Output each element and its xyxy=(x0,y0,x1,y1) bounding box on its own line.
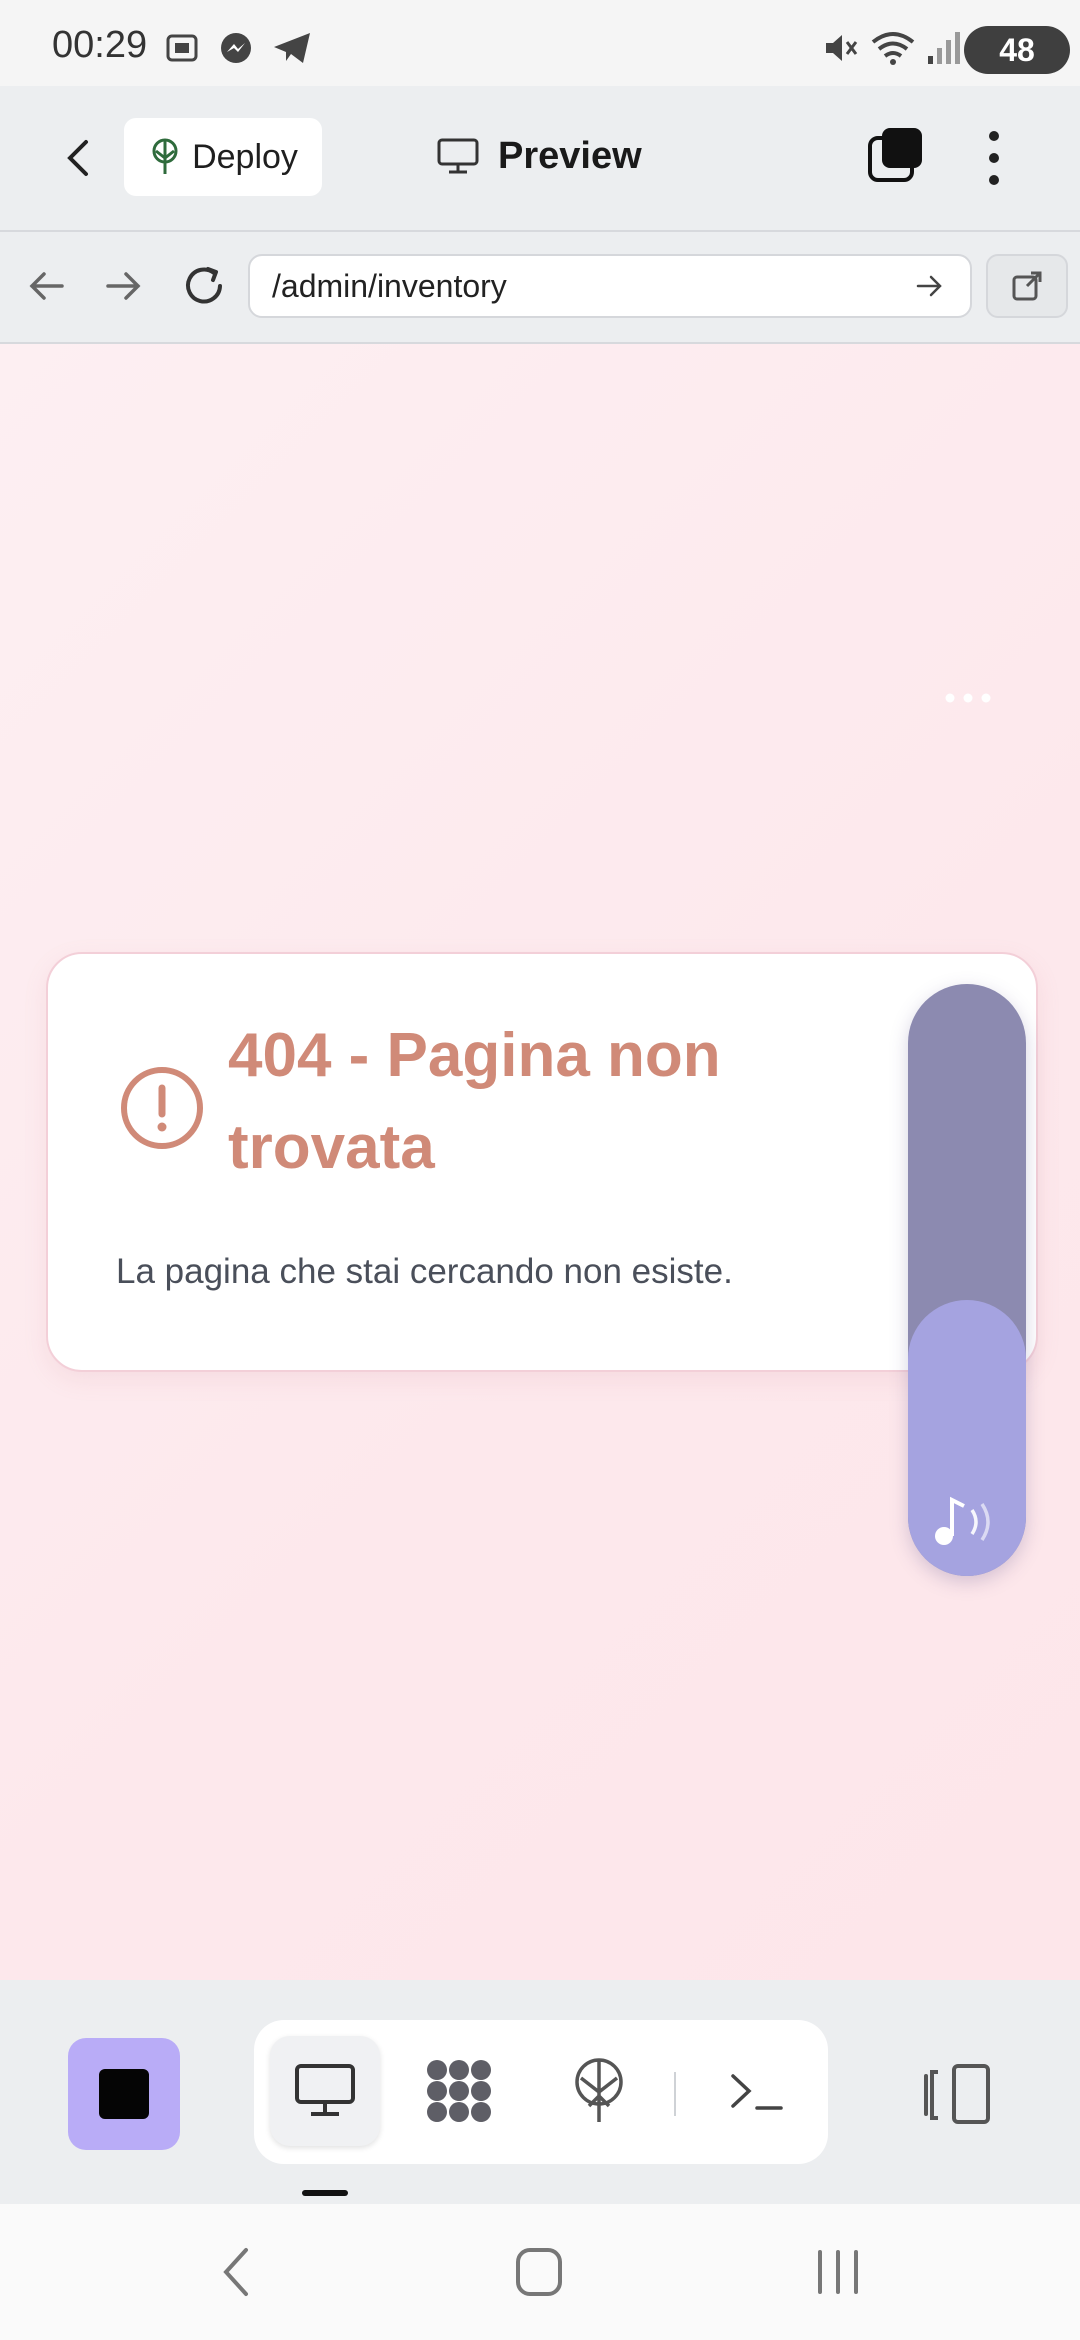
music-note-icon xyxy=(935,1496,990,1545)
open-external-button[interactable] xyxy=(986,254,1068,318)
nav-recents-icon xyxy=(818,2250,858,2294)
alert-circle-icon xyxy=(121,1067,203,1149)
terminal-tab[interactable] xyxy=(702,2036,812,2146)
status-bar: 00:29 48 xyxy=(0,0,1080,86)
back-arrow-icon xyxy=(67,140,88,176)
go-arrow-icon[interactable] xyxy=(912,268,948,304)
status-time: 00:29 xyxy=(52,24,148,66)
nav-back-button[interactable] xyxy=(216,2244,256,2305)
wifi-icon xyxy=(871,32,915,65)
more-menu-button[interactable] xyxy=(974,128,1014,193)
toolbar-divider xyxy=(674,2072,676,2116)
messenger-icon xyxy=(221,33,251,63)
more-horizontal-icon xyxy=(945,693,991,703)
preview-content: 404 - Pagina non trovata La pagina che s… xyxy=(0,344,1080,1980)
nodes-icon xyxy=(427,2060,491,2122)
split-view-button[interactable] xyxy=(922,2062,992,2131)
url-text: /admin/inventory xyxy=(272,267,507,304)
terminal-icon xyxy=(731,2074,783,2110)
more-vertical-icon xyxy=(989,131,999,185)
split-view-icon xyxy=(924,2064,990,2124)
preview-title: Preview xyxy=(436,126,642,186)
browser-forward-button[interactable] xyxy=(100,262,148,315)
arrow-left-icon xyxy=(29,272,64,300)
monitor-icon xyxy=(295,2064,355,2116)
mute-icon xyxy=(826,35,858,61)
deploy-tree-icon xyxy=(152,138,178,174)
tabs-icon xyxy=(868,128,922,182)
stop-button[interactable] xyxy=(68,2038,180,2150)
app-bar: Deploy Preview xyxy=(0,86,1080,232)
reload-icon xyxy=(186,267,222,304)
stop-icon xyxy=(99,2069,149,2119)
reload-button[interactable] xyxy=(178,260,230,317)
music-button[interactable] xyxy=(930,1492,1000,1557)
back-button[interactable] xyxy=(52,130,108,191)
telegram-icon xyxy=(274,33,310,63)
view-switcher xyxy=(254,2020,828,2164)
url-bar[interactable]: /admin/inventory xyxy=(248,254,972,318)
tabs-button[interactable] xyxy=(866,126,926,191)
browser-bar: /admin/inventory xyxy=(0,232,1080,344)
arrow-right-icon xyxy=(106,272,141,300)
monitor-icon xyxy=(437,138,479,174)
bottom-toolbar xyxy=(0,1980,1080,2204)
nav-home-button[interactable] xyxy=(514,2246,564,2303)
widget-more-button[interactable] xyxy=(940,688,996,713)
error-message: La pagina che stai cercando non esiste. xyxy=(116,1252,733,1291)
active-tab-indicator xyxy=(302,2190,348,2196)
graph-tab[interactable] xyxy=(404,2036,514,2146)
page-title: Preview xyxy=(498,134,642,177)
battery-indicator: 48 xyxy=(964,26,1070,74)
screenshot-icon xyxy=(166,34,198,62)
nav-back-icon xyxy=(223,2248,248,2296)
deploy-tree-icon xyxy=(575,2058,623,2122)
preview-tab[interactable] xyxy=(270,2036,380,2146)
error-title: 404 - Pagina non trovata xyxy=(228,1021,721,1182)
deploy-button[interactable]: Deploy xyxy=(124,118,322,196)
signal-icon xyxy=(928,32,960,64)
nav-home-icon xyxy=(516,2248,562,2296)
browser-back-button[interactable] xyxy=(22,262,70,315)
deploy-tab[interactable] xyxy=(544,2036,654,2146)
external-link-icon xyxy=(1012,271,1042,301)
error-card: 404 - Pagina non trovata La pagina che s… xyxy=(46,952,1038,1372)
nav-recents-button[interactable] xyxy=(814,2244,862,2305)
system-nav-bar xyxy=(0,2204,1080,2340)
deploy-label: Deploy xyxy=(192,137,298,176)
